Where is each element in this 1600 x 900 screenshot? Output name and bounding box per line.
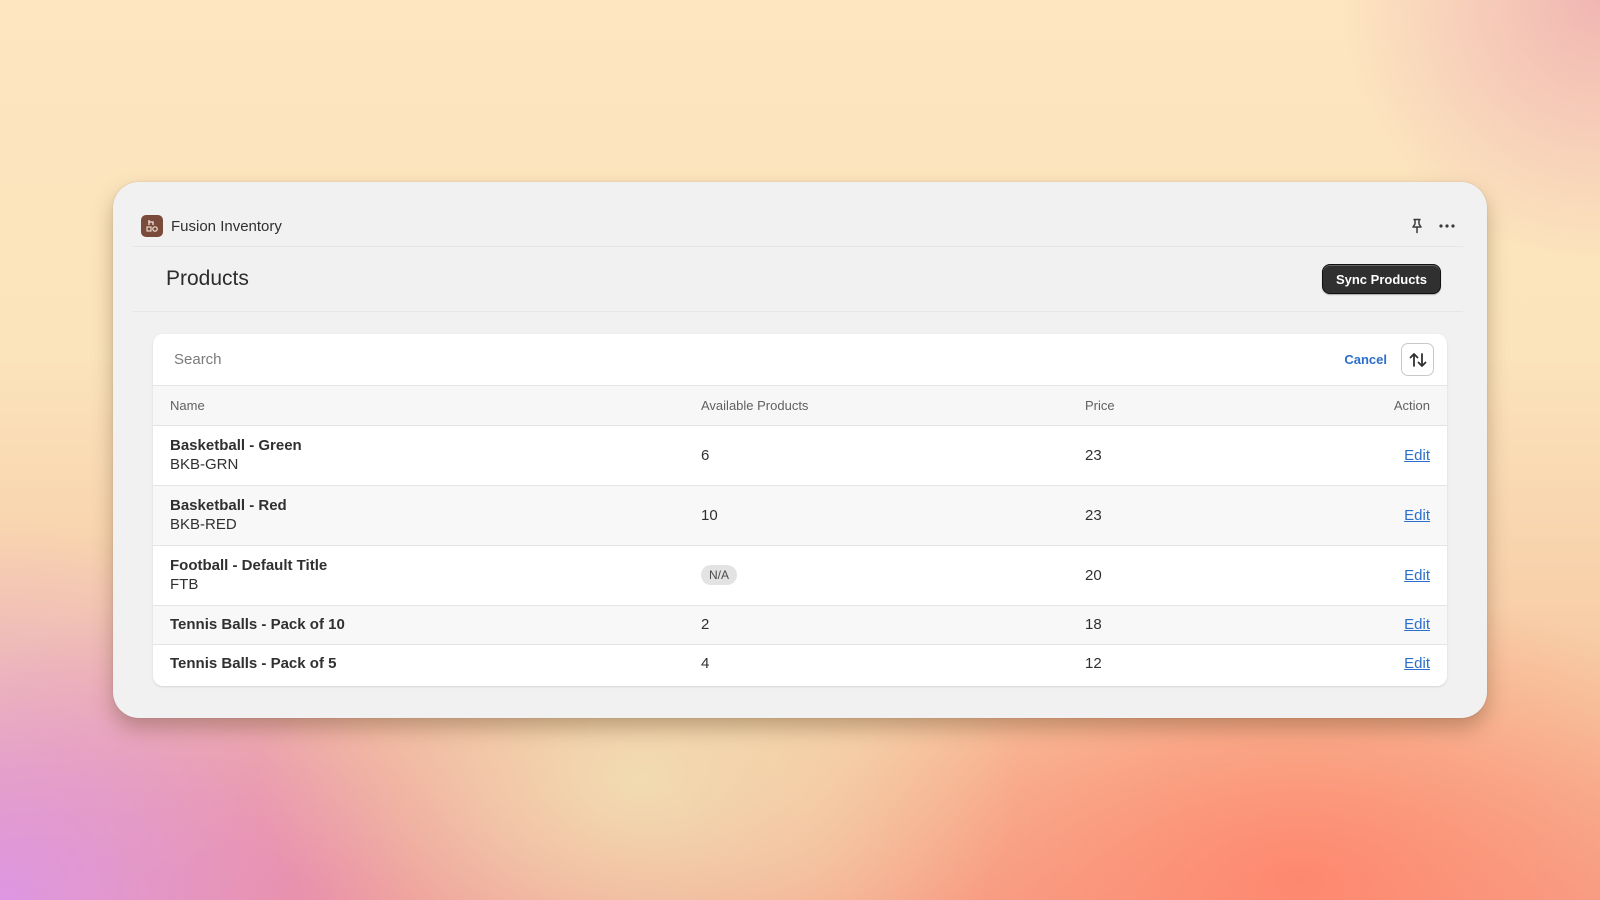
price: 23 bbox=[1085, 446, 1102, 464]
search-input[interactable] bbox=[174, 351, 1345, 368]
product-name: Tennis Balls - Pack of 5 bbox=[170, 655, 337, 673]
page-header: Products Sync Products bbox=[133, 246, 1463, 312]
edit-link[interactable]: Edit bbox=[1404, 507, 1430, 524]
products-table: Name Available Products Price Action Bas… bbox=[153, 386, 1447, 683]
available-count: 10 bbox=[701, 506, 718, 524]
edit-link[interactable]: Edit bbox=[1404, 447, 1430, 464]
table-row[interactable]: Tennis Balls - Pack of 10 2 18 Edit bbox=[153, 605, 1447, 644]
price: 12 bbox=[1085, 655, 1102, 673]
product-sku: BKB-GRN bbox=[170, 456, 239, 473]
product-name: Football - Default Title bbox=[170, 557, 328, 574]
more-options-button[interactable] bbox=[1435, 214, 1459, 238]
table-row[interactable]: Tennis Balls - Pack of 5 4 12 Edit bbox=[153, 644, 1447, 683]
title-bar: Fusion Inventory bbox=[141, 214, 1459, 238]
available-count: 4 bbox=[701, 655, 710, 673]
column-header-name[interactable]: Name bbox=[153, 386, 701, 425]
price: 23 bbox=[1085, 506, 1102, 524]
pin-button[interactable] bbox=[1405, 214, 1429, 238]
sort-button[interactable] bbox=[1401, 343, 1434, 376]
app-logo-icon bbox=[141, 215, 163, 237]
available-count: 6 bbox=[701, 446, 710, 464]
ellipsis-icon bbox=[1439, 224, 1455, 228]
app-window: Fusion Inventory Products Sync Products … bbox=[113, 182, 1487, 718]
na-badge: N/A bbox=[701, 565, 738, 585]
search-bar: Cancel bbox=[153, 334, 1447, 386]
product-sku: FTB bbox=[170, 576, 199, 593]
page-title: Products bbox=[166, 267, 249, 290]
column-header-available[interactable]: Available Products bbox=[701, 386, 1085, 425]
product-sku: BKB-RED bbox=[170, 516, 237, 533]
table-row[interactable]: Basketball - Green BKB-GRN 6 23 Edit bbox=[153, 425, 1447, 485]
product-name: Basketball - Red bbox=[170, 497, 287, 514]
table-row[interactable]: Basketball - Red BKB-RED 10 23 Edit bbox=[153, 485, 1447, 545]
column-header-price[interactable]: Price bbox=[1085, 386, 1215, 425]
sync-products-button[interactable]: Sync Products bbox=[1321, 264, 1441, 294]
price: 18 bbox=[1085, 616, 1102, 633]
cancel-button[interactable]: Cancel bbox=[1344, 352, 1387, 367]
price: 20 bbox=[1085, 566, 1102, 584]
edit-link[interactable]: Edit bbox=[1404, 655, 1430, 672]
product-name: Basketball - Green bbox=[170, 437, 302, 454]
pin-icon bbox=[1412, 218, 1422, 234]
table-header-row: Name Available Products Price Action bbox=[153, 386, 1447, 425]
edit-link[interactable]: Edit bbox=[1404, 567, 1430, 584]
available-count: 2 bbox=[701, 616, 710, 633]
app-title: Fusion Inventory bbox=[171, 217, 282, 235]
product-name: Tennis Balls - Pack of 10 bbox=[170, 616, 345, 633]
sort-arrows-icon bbox=[1409, 352, 1426, 367]
table-row[interactable]: Football - Default Title FTB N/A 20 Edit bbox=[153, 545, 1447, 605]
products-card: Cancel Name Available Products Price Act… bbox=[153, 334, 1447, 686]
column-header-action: Action bbox=[1393, 397, 1430, 413]
edit-link[interactable]: Edit bbox=[1404, 616, 1430, 633]
